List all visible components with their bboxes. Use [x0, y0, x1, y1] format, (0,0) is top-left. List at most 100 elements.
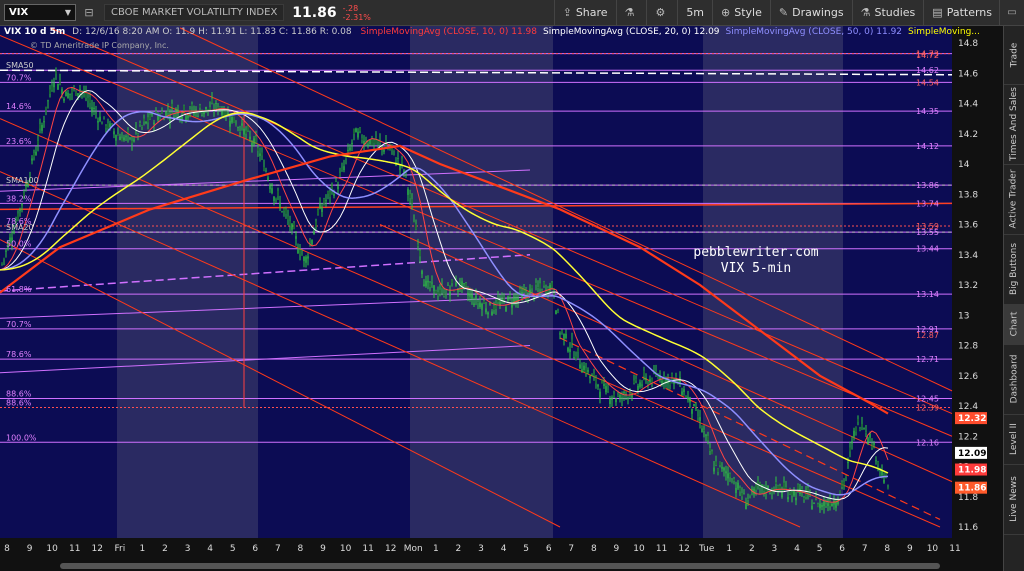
candle-body: [555, 310, 557, 315]
level-label: 12.45: [916, 394, 939, 403]
price-tick-label: 12.8: [958, 342, 978, 352]
side-tab-chart[interactable]: Chart: [1004, 304, 1024, 345]
candle-body: [103, 116, 105, 118]
time-tick-label: 6: [546, 544, 552, 554]
time-tick-label: Mon: [404, 544, 423, 554]
level-label: 12.71: [916, 355, 939, 364]
candle-body: [565, 333, 567, 338]
chart-svg[interactable]: 100.0% 88.6%88.6% 78.6% 70.7% 61.8% 50.0% 38.2…: [0, 26, 1004, 571]
candle-body: [285, 209, 287, 214]
interval-button[interactable]: 5m: [677, 0, 712, 25]
candle-body: [595, 377, 597, 384]
candle-body: [731, 482, 733, 484]
candle-body: [37, 140, 39, 145]
candle-body: [351, 142, 353, 145]
candle-body: [435, 290, 437, 294]
style-button[interactable]: ⊕ Style: [712, 0, 770, 25]
ohlc-readout: D: 12/6/16 8:20 AM O: 11.9 H: 11.91 L: 1…: [72, 27, 352, 37]
side-tab-big-buttons[interactable]: Big Buttons: [1004, 234, 1024, 305]
candle-body: [529, 289, 531, 294]
candle-body: [95, 112, 97, 114]
level-label: 14.54: [916, 78, 939, 87]
side-tab-dashboard[interactable]: Dashboard: [1004, 344, 1024, 415]
candle-body: [619, 394, 621, 400]
horizontal-scrollbar[interactable]: [60, 563, 940, 569]
candle-body: [39, 124, 41, 129]
patterns-button[interactable]: ▤ Patterns: [923, 0, 1000, 25]
candle-body: [155, 111, 157, 113]
candle-body: [157, 116, 159, 121]
price-tick-label: 11.8: [958, 493, 978, 503]
candle-body: [711, 451, 713, 455]
time-tick-label: 1: [140, 544, 146, 554]
candle-body: [303, 256, 305, 262]
share-button[interactable]: ⇪ Share: [553, 0, 616, 25]
candle-body: [149, 114, 151, 120]
time-tick-label: 9: [27, 544, 33, 554]
time-tick-label: 1: [433, 544, 439, 554]
side-tab-level-ii[interactable]: Level II: [1004, 414, 1024, 465]
candle-body: [787, 497, 789, 500]
price-tick-label: 14.8: [958, 39, 978, 49]
candle-body: [183, 105, 185, 111]
candle-body: [331, 183, 333, 190]
candle-body: [47, 100, 49, 102]
candle-body: [417, 244, 419, 246]
candle-body: [67, 92, 69, 98]
studies-button[interactable]: ⚗ Studies: [851, 0, 924, 25]
candle-body: [683, 389, 685, 392]
gear-icon: ⚙: [655, 6, 666, 19]
study-legend-item[interactable]: SimpleMovingAvg (CLOSE, 10, 0) 11.98: [361, 27, 538, 37]
candle-body: [239, 131, 241, 132]
level-label: 13.55: [916, 228, 939, 237]
candle-body: [41, 125, 43, 131]
candle-body: [865, 432, 867, 433]
candle-body: [423, 284, 425, 287]
symbol-selector[interactable]: VIX ▼: [4, 4, 76, 21]
settings-button[interactable]: ⚙: [646, 0, 677, 25]
candle-body: [407, 189, 409, 195]
candle-body: [783, 482, 785, 489]
candle-body: [433, 285, 435, 291]
candle-body: [729, 473, 731, 478]
candle-body: [409, 194, 411, 199]
side-tab-active-trader[interactable]: Active Trader: [1004, 164, 1024, 235]
collapse-icon[interactable]: ▭: [999, 0, 1024, 25]
candle-body: [209, 107, 211, 110]
level-label: 12.87: [916, 331, 939, 340]
candle-body: [593, 373, 595, 376]
drawings-button[interactable]: ✎ Drawings: [769, 0, 852, 25]
candle-body: [195, 109, 197, 111]
candle-body: [89, 97, 91, 103]
price-tick-label: 14.4: [958, 100, 978, 110]
candle-body: [713, 467, 715, 472]
candle-body: [455, 282, 457, 286]
side-tab-live-news[interactable]: Live News: [1004, 464, 1024, 535]
candle-body: [473, 303, 475, 305]
candle-body: [777, 485, 779, 490]
candle-body: [797, 484, 799, 490]
candle-body: [735, 487, 737, 494]
candle-body: [325, 200, 327, 202]
price-chart[interactable]: 100.0% 88.6% 88.6% 78.6% 70.7% 61.8% 50.0% 38.2…: [0, 26, 1004, 571]
candle-body: [19, 208, 21, 211]
candle-body: [649, 379, 651, 383]
study-legend-item[interactable]: SimpleMovingAvg (CLOSE, 20, 0) 12.09: [543, 27, 720, 37]
candle-body: [333, 193, 335, 196]
side-tab-trade[interactable]: Trade: [1004, 26, 1024, 85]
link-icon[interactable]: ⊟: [82, 6, 96, 20]
candle-body: [139, 123, 141, 125]
candle-body: [159, 117, 161, 119]
time-tick-label: 6: [252, 544, 258, 554]
flask-button[interactable]: ⚗: [615, 0, 647, 25]
candle-body: [721, 466, 723, 469]
candle-body: [737, 482, 739, 489]
candle-body: [211, 99, 213, 103]
candle-body: [587, 369, 589, 373]
side-tab-times-and-sales[interactable]: Times And Sales: [1004, 84, 1024, 165]
fib-label: 61.8%: [6, 285, 32, 294]
study-legend-item[interactable]: SimpleMovingAvg (CLOSE, 50, 0) 11.92: [726, 27, 903, 37]
candle-body: [573, 357, 575, 359]
study-legend-item[interactable]: SimpleMoving...: [908, 27, 980, 37]
candle-body: [511, 303, 513, 308]
